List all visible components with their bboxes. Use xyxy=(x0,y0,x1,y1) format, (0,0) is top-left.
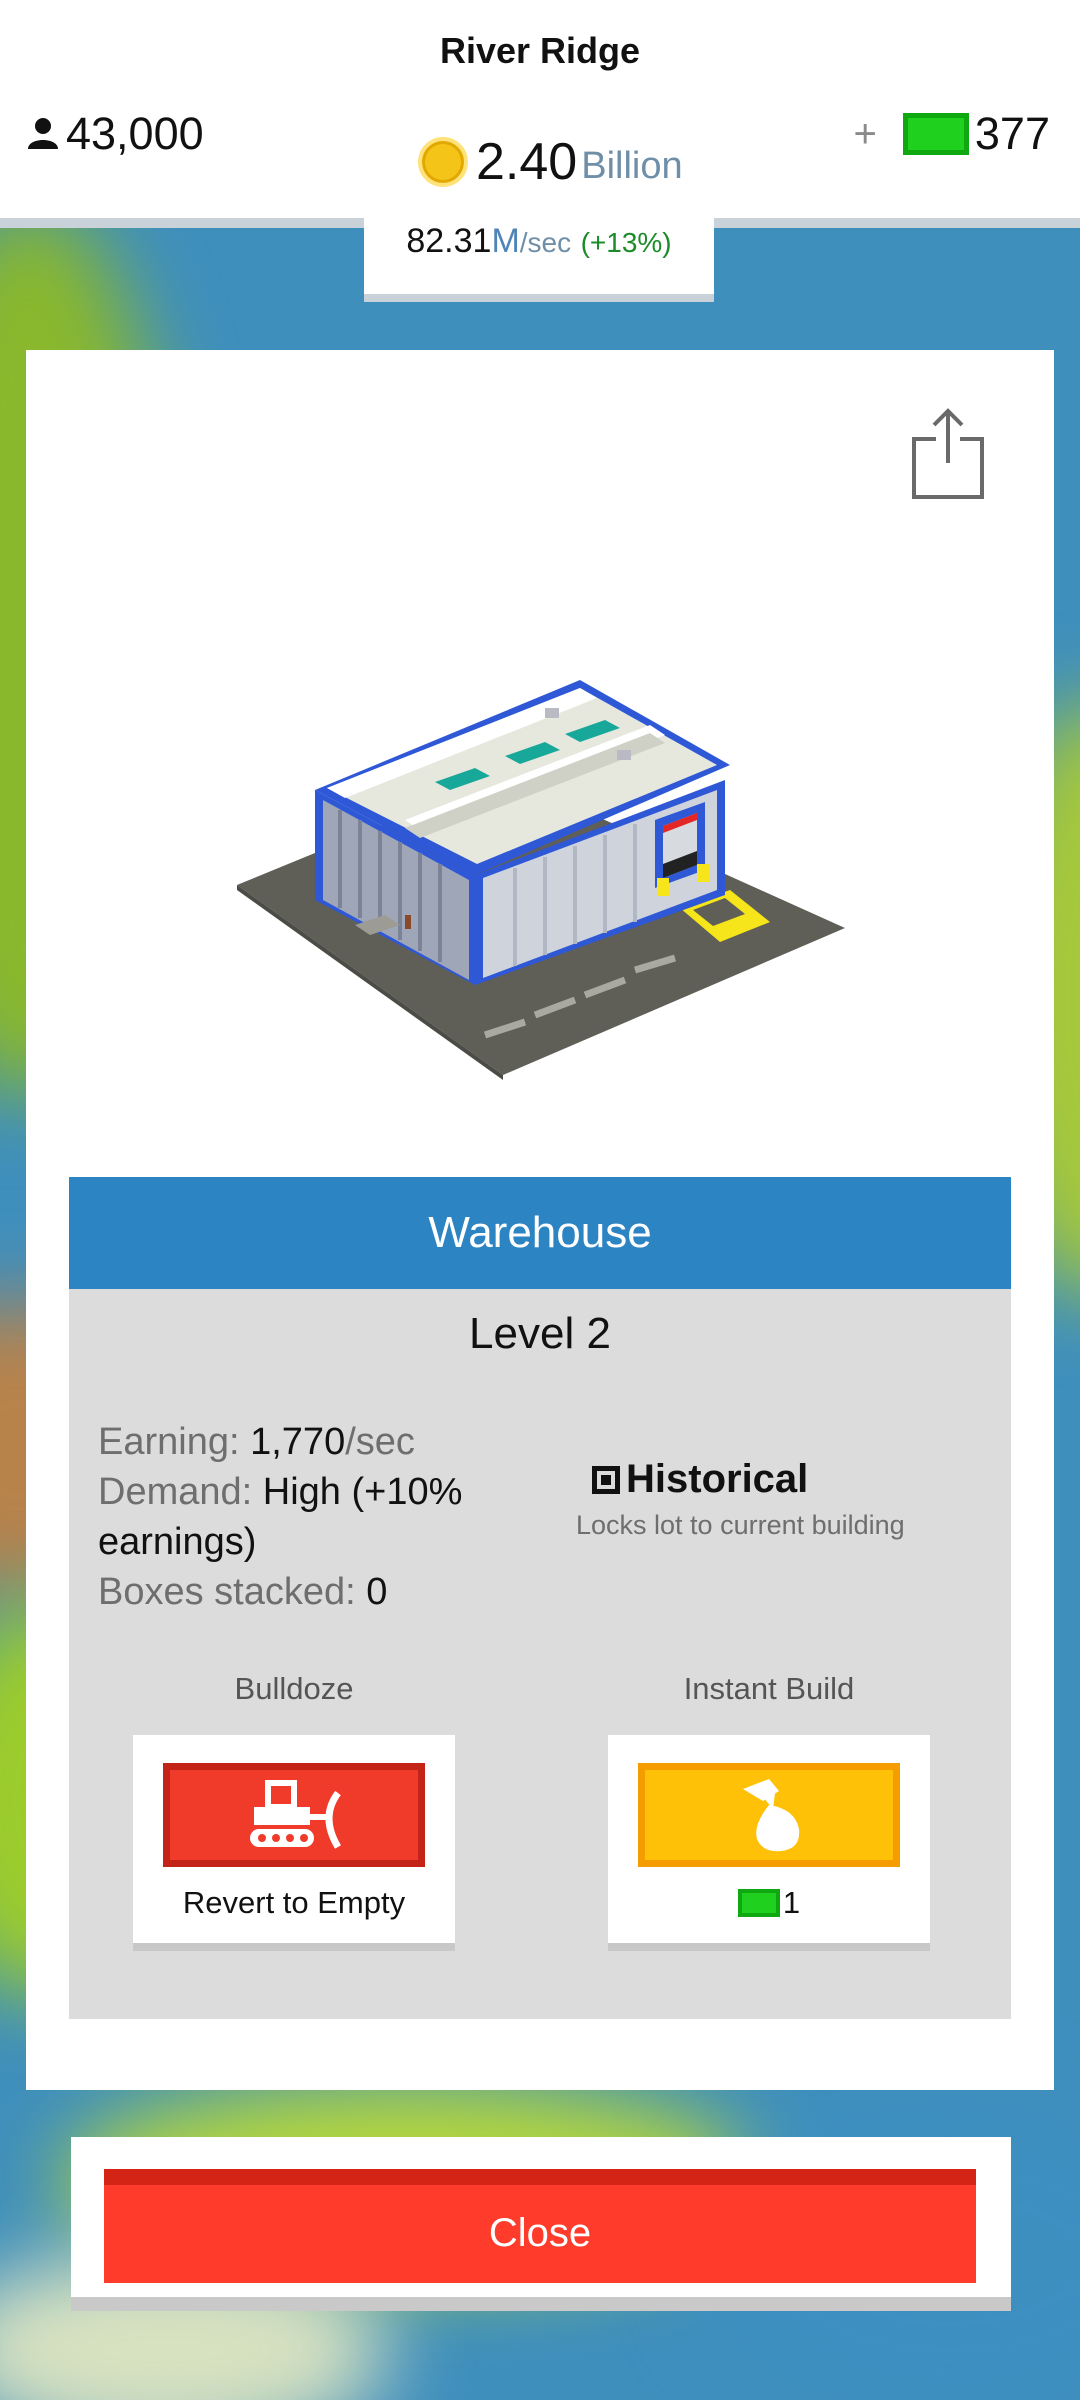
demand-row: Demand: High (+10% earnings) xyxy=(98,1467,478,1567)
instant-build-title: Instant Build xyxy=(683,1671,855,1706)
money-value: 2.40 xyxy=(476,133,578,191)
income-per: /sec xyxy=(519,227,572,258)
income-unit: M xyxy=(491,222,520,260)
cash-icon xyxy=(902,113,969,155)
historical-description: Locks lot to current building xyxy=(576,1510,905,1540)
money-display: 2.40 Billion xyxy=(418,132,683,192)
money-unit: Billion xyxy=(581,144,683,187)
earning-unit: /sec xyxy=(345,1421,415,1463)
income-bonus: (+13%) xyxy=(580,227,672,258)
instant-build-button[interactable] xyxy=(638,1763,900,1867)
hammer-icon xyxy=(743,1779,800,1852)
building-details-panel: Level 2 Earning: 1,770/sec Demand: High … xyxy=(69,1289,1011,2019)
instant-build-card[interactable]: 1 xyxy=(608,1735,930,1951)
building-stats: Earning: 1,770/sec Demand: High (+10% ea… xyxy=(98,1417,478,1617)
cash-value: 377 xyxy=(974,108,1050,159)
bulldoze-button-label: Revert to Empty xyxy=(182,1885,406,1920)
bulldoze-card[interactable]: Revert to Empty xyxy=(133,1735,455,1951)
bulldoze-button[interactable] xyxy=(163,1763,425,1867)
bulldoze-title: Bulldoze xyxy=(234,1671,354,1706)
building-title: Warehouse xyxy=(69,1177,1011,1289)
instant-build-cost-value: 1 xyxy=(782,1885,801,1920)
income-value: 82.31 xyxy=(406,222,492,260)
coin-icon xyxy=(418,137,468,187)
population-value: 43,000 xyxy=(66,108,204,159)
person-icon xyxy=(28,118,58,149)
historical-checkbox[interactable] xyxy=(592,1465,620,1494)
earning-value: 1,770 xyxy=(250,1421,346,1463)
earning-label: Earning: xyxy=(98,1421,240,1463)
share-button[interactable] xyxy=(910,405,986,506)
cash-icon xyxy=(737,1889,780,1917)
income-rate-box: 82.31M/sec (+13%) xyxy=(364,212,714,302)
bulldozer-icon xyxy=(250,1780,342,1849)
boxes-label: Boxes stacked: xyxy=(98,1571,356,1613)
building-level: Level 2 xyxy=(469,1309,611,1358)
share-icon xyxy=(912,408,984,499)
boxes-value: 0 xyxy=(366,1571,388,1613)
cash-display[interactable]: + 377 xyxy=(854,108,1050,160)
historical-toggle[interactable]: Historical Locks lot to current building xyxy=(576,1457,905,1541)
earning-row: Earning: 1,770/sec xyxy=(98,1417,478,1467)
close-card: Close xyxy=(71,2137,1011,2311)
boxes-row: Boxes stacked: 0 xyxy=(98,1567,478,1617)
historical-label: Historical xyxy=(626,1457,809,1501)
instant-build-cost: 1 xyxy=(608,1885,930,1921)
demand-label: Demand: xyxy=(98,1471,253,1513)
warehouse-illustration xyxy=(225,660,855,1085)
close-button[interactable]: Close xyxy=(104,2169,976,2283)
city-name: River Ridge xyxy=(439,30,641,71)
add-cash-button[interactable]: + xyxy=(854,112,877,157)
population-display: 43,000 xyxy=(26,108,204,160)
